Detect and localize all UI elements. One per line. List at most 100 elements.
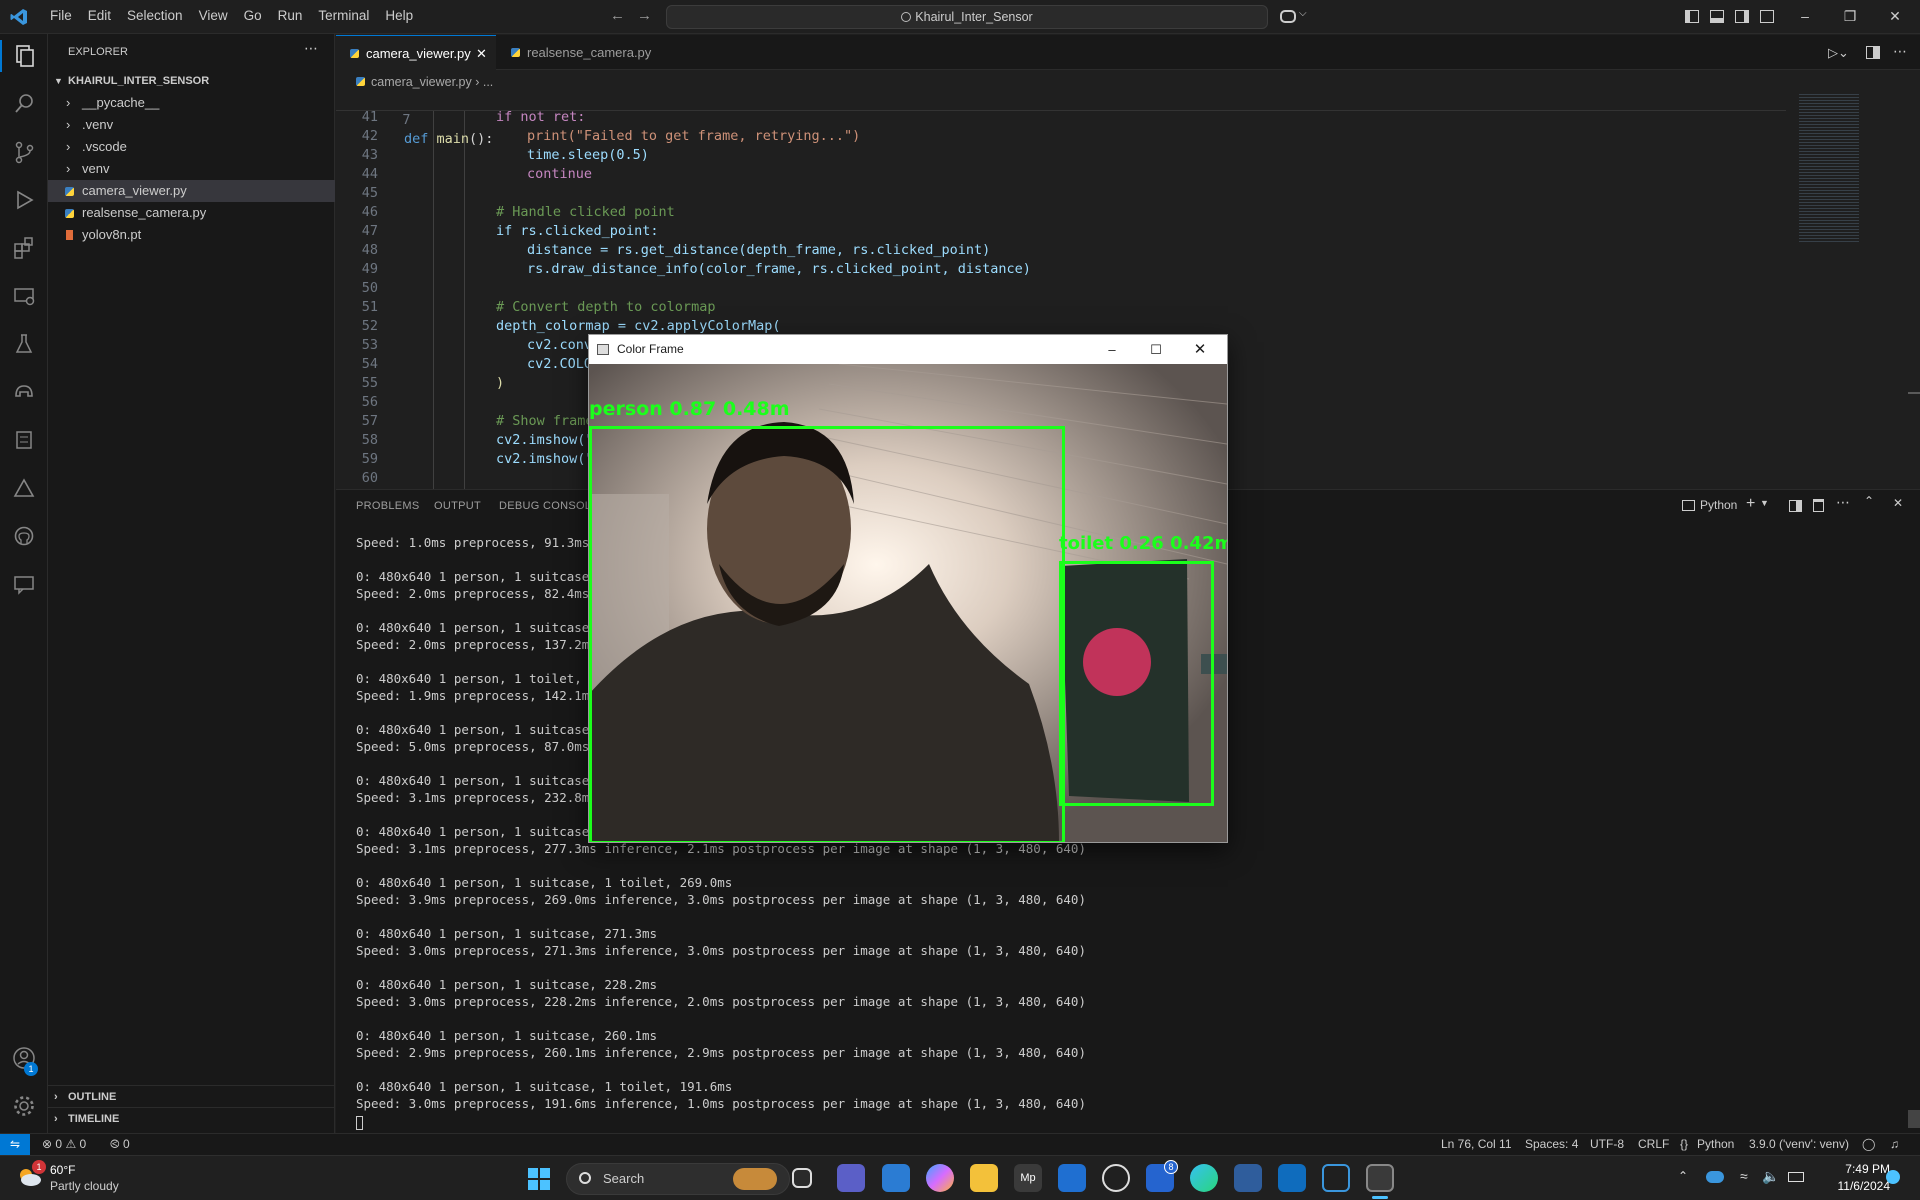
python-interpreter[interactable]: 3.9.0 ('venv': venv) xyxy=(1749,1134,1849,1155)
search-icon[interactable] xyxy=(8,88,40,120)
color-frame-titlebar[interactable]: Color Frame – ☐ ✕ xyxy=(589,335,1227,364)
editor-scrollbar[interactable] xyxy=(1908,92,1920,489)
mp-app-icon[interactable]: Mp xyxy=(1014,1164,1042,1192)
manage-gear-icon[interactable] xyxy=(8,1090,40,1122)
command-center-search[interactable]: Khairul_Inter_Sensor xyxy=(666,5,1268,29)
toggle-primary-sidebar-icon[interactable] xyxy=(1685,10,1699,23)
minimize-button[interactable]: – xyxy=(1795,6,1815,26)
azure-icon[interactable] xyxy=(8,472,40,504)
tree-file-realsense-camera[interactable]: realsense_camera.py xyxy=(48,202,335,224)
encoding[interactable]: UTF-8 xyxy=(1590,1134,1624,1155)
github-icon[interactable] xyxy=(8,520,40,552)
taskbar-search[interactable]: Search xyxy=(566,1163,790,1195)
vscode-taskbar-icon[interactable] xyxy=(1322,1164,1350,1192)
chevron-up-icon[interactable]: ⌃ xyxy=(1678,1169,1688,1183)
indentation[interactable]: Spaces: 4 xyxy=(1525,1134,1578,1155)
tree-file-camera-viewer[interactable]: camera_viewer.py xyxy=(48,180,335,202)
maximize-button[interactable]: ☐ xyxy=(1141,335,1171,364)
testing-icon[interactable] xyxy=(8,328,40,360)
copilot-status-icon[interactable]: ◯ xyxy=(1862,1134,1875,1155)
terminal-shell-name[interactable]: Python xyxy=(1700,498,1737,512)
explorer-icon[interactable] xyxy=(8,40,40,72)
task-view-icon[interactable] xyxy=(792,1168,812,1188)
line-endings[interactable]: CRLF xyxy=(1638,1134,1669,1155)
run-python-icon[interactable]: ▷⌄ xyxy=(1828,45,1849,61)
teams-icon[interactable] xyxy=(837,1164,865,1192)
more-actions-icon[interactable]: ⋯ xyxy=(1836,494,1850,511)
new-terminal-icon[interactable]: + xyxy=(1746,495,1755,513)
camera-frame-image[interactable]: person 0.87 0.48m toilet 0.26 0.42m xyxy=(589,364,1227,842)
back-arrow-icon[interactable]: ← xyxy=(610,7,625,24)
toggle-panel-icon[interactable] xyxy=(1710,10,1724,23)
notification-bell-icon[interactable] xyxy=(1886,1170,1900,1184)
minimap[interactable] xyxy=(1791,90,1886,489)
toggle-secondary-sidebar-icon[interactable] xyxy=(1735,10,1749,23)
sticky-scroll-line[interactable]: 7 def main(): xyxy=(336,92,1786,147)
file-explorer-icon[interactable] xyxy=(970,1164,998,1192)
menu-run[interactable]: Run xyxy=(270,8,311,23)
outline-section[interactable]: › OUTLINE xyxy=(48,1085,335,1107)
jupyter-icon[interactable] xyxy=(8,424,40,456)
chevron-down-icon[interactable]: ⌵ xyxy=(1299,8,1307,19)
close-window-button[interactable]: ✕ xyxy=(1885,6,1905,26)
ports-indicator[interactable]: ⧀ 0 xyxy=(110,1134,130,1155)
virtualbox-icon[interactable] xyxy=(1234,1164,1262,1192)
split-editor-icon[interactable] xyxy=(1866,46,1880,59)
cursor-position[interactable]: Ln 76, Col 11 xyxy=(1441,1134,1512,1155)
edge-icon[interactable] xyxy=(1190,1164,1218,1192)
chat-icon[interactable] xyxy=(8,568,40,600)
copilot-app-icon[interactable] xyxy=(926,1164,954,1192)
menu-terminal[interactable]: Terminal xyxy=(310,8,377,23)
chevron-down-icon[interactable]: ▼ xyxy=(1760,498,1769,508)
tab-output[interactable]: OUTPUT xyxy=(434,500,481,512)
tree-folder-venv-dot[interactable]: › .venv xyxy=(48,114,335,136)
language-mode[interactable]: Python xyxy=(1697,1134,1734,1155)
tab-problems[interactable]: PROBLEMS xyxy=(356,500,420,512)
maximize-panel-icon[interactable]: ⌃ xyxy=(1864,494,1874,508)
more-actions-icon[interactable]: ⋯ xyxy=(304,40,318,57)
tree-folder-venv[interactable]: › venv xyxy=(48,158,335,180)
copilot-chat-icon[interactable] xyxy=(8,376,40,408)
run-debug-icon[interactable] xyxy=(8,184,40,216)
tab-camera-viewer[interactable]: camera_viewer.py ✕ xyxy=(336,35,496,70)
battery-icon[interactable] xyxy=(1788,1172,1804,1182)
trash-icon[interactable] xyxy=(1813,499,1824,512)
tree-file-yolov8n[interactable]: yolov8n.pt xyxy=(48,224,335,246)
calendar-icon[interactable] xyxy=(882,1164,910,1192)
clock-date[interactable]: 11/6/2024 xyxy=(1820,1179,1891,1193)
tab-realsense-camera[interactable]: realsense_camera.py xyxy=(497,35,667,70)
extensions-icon[interactable] xyxy=(8,232,40,264)
volume-icon[interactable]: 🔈 xyxy=(1762,1168,1779,1185)
source-control-icon[interactable] xyxy=(8,136,40,168)
minimize-button[interactable]: – xyxy=(1097,335,1127,364)
weather-temp[interactable]: 60°F xyxy=(50,1163,75,1177)
store-icon[interactable] xyxy=(1058,1164,1086,1192)
menu-edit[interactable]: Edit xyxy=(80,8,119,23)
terminal-scrollbar[interactable] xyxy=(1908,1110,1920,1128)
more-actions-icon[interactable]: ⋯ xyxy=(1893,43,1907,60)
dell-icon[interactable] xyxy=(1102,1164,1130,1192)
customize-layout-icon[interactable] xyxy=(1760,10,1774,23)
clock-time[interactable]: 7:49 PM xyxy=(1820,1162,1890,1176)
remote-indicator[interactable]: ⇋ xyxy=(0,1134,30,1155)
forward-arrow-icon[interactable]: → xyxy=(637,7,652,24)
workspace-root[interactable]: ▼ KHAIRUL_INTER_SENSOR xyxy=(48,70,335,92)
remote-explorer-icon[interactable] xyxy=(8,280,40,312)
python-window-icon[interactable] xyxy=(1366,1164,1394,1192)
close-window-button[interactable]: ✕ xyxy=(1185,335,1215,364)
onedrive-icon[interactable] xyxy=(1706,1171,1724,1183)
weather-desc[interactable]: Partly cloudy xyxy=(50,1179,119,1193)
menu-view[interactable]: View xyxy=(191,8,236,23)
wifi-icon[interactable]: ≈ xyxy=(1740,1168,1748,1184)
split-terminal-icon[interactable] xyxy=(1789,500,1802,512)
tab-debug-console[interactable]: DEBUG CONSOLE xyxy=(499,500,599,512)
tree-folder-vscode[interactable]: › .vscode xyxy=(48,136,335,158)
notifications-bell-icon[interactable]: ♫ xyxy=(1890,1134,1899,1155)
menu-selection[interactable]: Selection xyxy=(119,8,191,23)
start-windows-icon[interactable] xyxy=(527,1167,551,1191)
restore-button[interactable]: ❐ xyxy=(1840,6,1860,26)
close-panel-icon[interactable]: ✕ xyxy=(1893,496,1903,510)
copilot-icon[interactable] xyxy=(1280,10,1296,23)
menu-go[interactable]: Go xyxy=(236,8,270,23)
timeline-section[interactable]: › TIMELINE xyxy=(48,1107,335,1129)
